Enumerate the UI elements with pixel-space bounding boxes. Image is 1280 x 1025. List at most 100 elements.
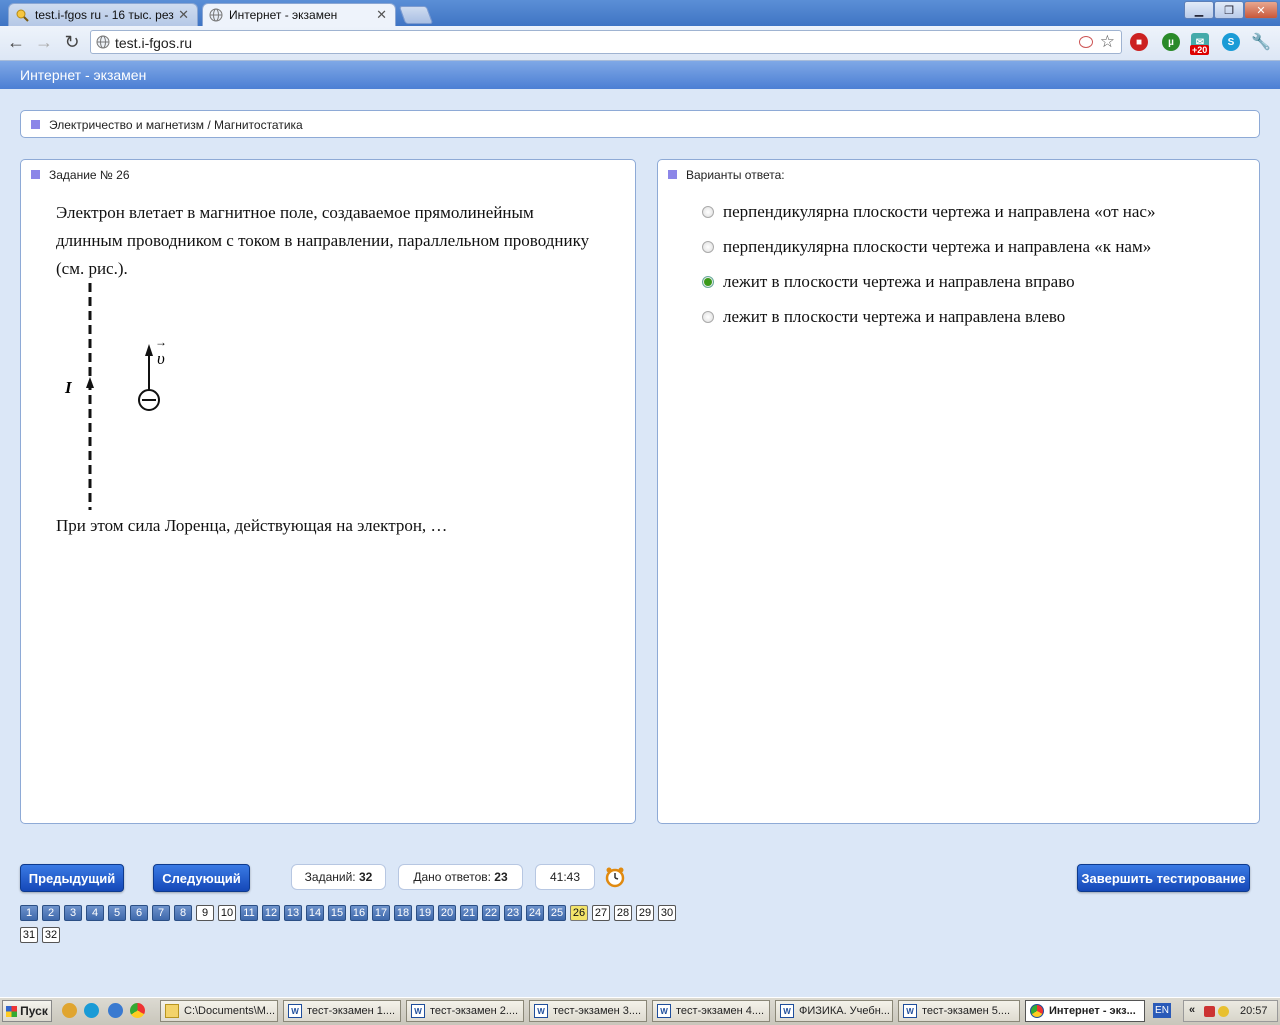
question-number[interactable]: 30 bbox=[658, 905, 676, 921]
question-number[interactable]: 3 bbox=[64, 905, 82, 921]
question-panel: Задание № 26 Электрон влетает в магнитно… bbox=[20, 159, 636, 824]
question-number[interactable]: 13 bbox=[284, 905, 302, 921]
marker-square bbox=[31, 170, 40, 179]
browser-tab-search[interactable]: test.i-fgos ru - 16 тыс. резул ✕ bbox=[8, 3, 198, 26]
address-bar[interactable]: test.i-fgos.ru ☆ bbox=[90, 30, 1122, 54]
question-number[interactable]: 8 bbox=[174, 905, 192, 921]
ie-quicklaunch-icon[interactable] bbox=[108, 1003, 123, 1018]
adblock-icon[interactable]: ■ bbox=[1130, 33, 1148, 51]
minimize-button[interactable]: ▁ bbox=[1184, 1, 1214, 19]
question-number[interactable]: 4 bbox=[86, 905, 104, 921]
question-number[interactable]: 1 bbox=[20, 905, 38, 921]
taskbar-window-button[interactable]: W ФИЗИКА. Учебн... bbox=[775, 1000, 893, 1022]
question-number[interactable]: 28 bbox=[614, 905, 632, 921]
prev-button[interactable]: Предыдущий bbox=[20, 864, 124, 892]
taskbar-window-button[interactable]: Wтест-экзамен 2.... bbox=[406, 1000, 524, 1022]
alert-icon[interactable] bbox=[1218, 1006, 1229, 1017]
url-text[interactable]: test.i-fgos.ru bbox=[115, 35, 192, 51]
close-icon[interactable]: ✕ bbox=[178, 7, 189, 23]
wrench-icon[interactable]: 🔧 bbox=[1251, 33, 1271, 51]
taskbar-window-button[interactable]: Wтест-экзамен 4.... bbox=[652, 1000, 770, 1022]
network-icon[interactable] bbox=[1204, 1006, 1215, 1017]
radio-button[interactable] bbox=[702, 206, 714, 218]
question-number[interactable]: 15 bbox=[328, 905, 346, 921]
language-indicator[interactable]: EN bbox=[1153, 1003, 1171, 1018]
bookmark-star-icon[interactable]: ☆ bbox=[1100, 32, 1115, 52]
question-number[interactable]: 27 bbox=[592, 905, 610, 921]
taskbar-window-button[interactable]: Интернет - экз... bbox=[1025, 1000, 1145, 1022]
folder-icon bbox=[165, 1004, 179, 1018]
tray-expand-icon[interactable]: « bbox=[1189, 1004, 1195, 1016]
question-number[interactable]: 10 bbox=[218, 905, 236, 921]
question-number-current[interactable]: 26 bbox=[570, 905, 588, 921]
radio-button-selected[interactable] bbox=[702, 276, 714, 288]
globe-icon bbox=[209, 8, 223, 22]
start-label: Пуск bbox=[20, 1004, 48, 1018]
skype-icon[interactable]: S bbox=[1222, 33, 1240, 51]
question-number[interactable]: 6 bbox=[130, 905, 148, 921]
skype-quicklaunch-icon[interactable] bbox=[84, 1003, 99, 1018]
question-number[interactable]: 16 bbox=[350, 905, 368, 921]
app-header: Интернет - экзамен bbox=[0, 61, 1280, 89]
question-number[interactable]: 29 bbox=[636, 905, 654, 921]
close-icon[interactable]: ✕ bbox=[376, 7, 387, 23]
search-icon bbox=[16, 9, 29, 22]
question-number[interactable]: 25 bbox=[548, 905, 566, 921]
question-number[interactable]: 21 bbox=[460, 905, 478, 921]
question-number[interactable]: 5 bbox=[108, 905, 126, 921]
question-number[interactable]: 14 bbox=[306, 905, 324, 921]
next-button[interactable]: Следующий bbox=[153, 864, 250, 892]
windows-flag-icon bbox=[6, 1005, 18, 1017]
maximize-button[interactable]: ❐ bbox=[1214, 1, 1244, 19]
rss-icon[interactable] bbox=[1079, 36, 1093, 48]
taskbar-window-button[interactable]: Wтест-экзамен 3.... bbox=[529, 1000, 647, 1022]
question-number[interactable]: 23 bbox=[504, 905, 522, 921]
question-number[interactable]: 22 bbox=[482, 905, 500, 921]
question-number[interactable]: 11 bbox=[240, 905, 258, 921]
chrome-icon bbox=[1030, 1004, 1044, 1018]
word-icon: W bbox=[780, 1004, 794, 1018]
radio-button[interactable] bbox=[702, 311, 714, 323]
answer-option[interactable]: лежит в плоскости чертежа и направлена в… bbox=[702, 307, 1065, 327]
question-number[interactable]: 17 bbox=[372, 905, 390, 921]
question-number: Задание № 26 bbox=[49, 168, 130, 182]
taskbar-window-button[interactable]: Wтест-экзамен 5.... bbox=[898, 1000, 1020, 1022]
utorrent-icon[interactable]: µ bbox=[1162, 33, 1180, 51]
timer: 41:43 bbox=[535, 864, 595, 890]
finish-test-button[interactable]: Завершить тестирование bbox=[1077, 864, 1250, 892]
question-number[interactable]: 32 bbox=[42, 927, 60, 943]
answer-option[interactable]: лежит в плоскости чертежа и направлена в… bbox=[702, 272, 1075, 292]
new-tab-button[interactable] bbox=[398, 6, 434, 24]
back-icon[interactable]: ← bbox=[5, 31, 27, 53]
marker-square bbox=[668, 170, 677, 179]
answer-option[interactable]: перпендикулярна плоскости чертежа и напр… bbox=[702, 237, 1151, 257]
system-tray: « 20:57 bbox=[1183, 1000, 1278, 1022]
taskbar-window-label: тест-экзамен 1.... bbox=[307, 1005, 396, 1017]
answer-option[interactable]: перпендикулярна плоскости чертежа и напр… bbox=[702, 202, 1155, 222]
browser-tab-exam[interactable]: Интернет - экзамен ✕ bbox=[202, 3, 396, 26]
question-number[interactable]: 9 bbox=[196, 905, 214, 921]
answered-count: Дано ответов: 23 bbox=[398, 864, 523, 890]
start-button[interactable]: Пуск bbox=[2, 1000, 52, 1022]
question-number[interactable]: 20 bbox=[438, 905, 456, 921]
question-number[interactable]: 24 bbox=[526, 905, 544, 921]
question-number[interactable]: 7 bbox=[152, 905, 170, 921]
question-number[interactable]: 18 bbox=[394, 905, 412, 921]
clock[interactable]: 20:57 bbox=[1240, 1005, 1268, 1017]
taskbar-window-button[interactable]: Wтест-экзамен 1.... bbox=[283, 1000, 401, 1022]
answer-label: перпендикулярна плоскости чертежа и напр… bbox=[723, 237, 1152, 256]
question-number[interactable]: 12 bbox=[262, 905, 280, 921]
reload-icon[interactable]: ↻ bbox=[61, 31, 83, 53]
tasks-value: 32 bbox=[358, 870, 373, 884]
question-number[interactable]: 19 bbox=[416, 905, 434, 921]
question-number[interactable]: 31 bbox=[20, 927, 38, 943]
word-icon: W bbox=[903, 1004, 917, 1018]
taskbar-window-button[interactable]: C:\Documents\M... bbox=[160, 1000, 278, 1022]
forward-icon[interactable]: → bbox=[33, 31, 55, 53]
question-number[interactable]: 2 bbox=[42, 905, 60, 921]
current-label: I bbox=[64, 378, 73, 397]
radio-button[interactable] bbox=[702, 241, 714, 253]
quicklaunch-icon[interactable] bbox=[62, 1003, 77, 1018]
window-close-button[interactable]: ✕ bbox=[1244, 1, 1278, 19]
chrome-quicklaunch-icon[interactable] bbox=[130, 1003, 145, 1018]
